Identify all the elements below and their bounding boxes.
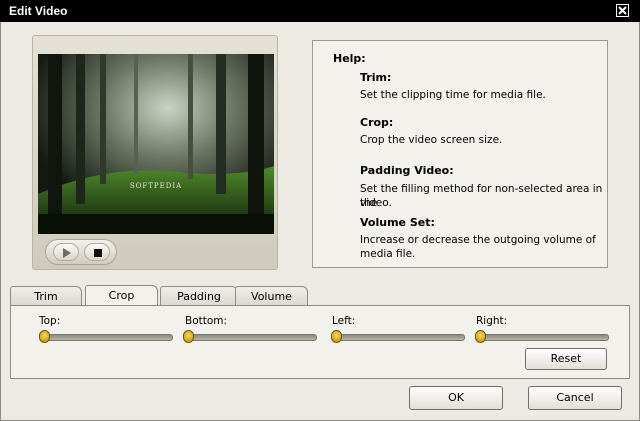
left-slider-track[interactable] [331,334,465,341]
video-preview-panel: SOFTPEDIA [32,35,278,270]
right-slider-track[interactable] [475,334,609,341]
help-heading: Help: [333,52,366,65]
reset-button[interactable]: Reset [525,348,607,370]
help-padding-text-1: Set the filling method for non-selected … [360,183,603,209]
help-volume-text-2: media file. [360,248,416,260]
help-panel: Help: Trim: Set the clipping time for me… [312,40,608,268]
left-slider-label: Left: [332,315,356,327]
forest-video-image [38,54,274,234]
tab-volume[interactable]: Volume [235,286,308,305]
left-slider-thumb[interactable] [331,330,342,343]
right-slider-label: Right: [476,315,508,327]
right-slider-thumb[interactable] [475,330,486,343]
help-trim-title: Trim: [360,71,392,84]
window-title: Edit Video [9,4,68,18]
tab-bar: Trim Crop Padding Volume [10,285,630,306]
help-padding-title: Padding Video: [360,164,454,177]
bottom-slider-label: Bottom: [185,315,228,327]
tab-trim[interactable]: Trim [10,286,82,305]
play-icon [63,248,71,258]
top-slider-label: Top: [39,315,61,327]
close-icon [618,6,627,15]
bottom-slider-thumb[interactable] [183,330,194,343]
crop-panel: Top: Bottom: Left: Right: Reset [10,305,630,379]
tab-crop[interactable]: Crop [85,285,158,306]
help-crop-text: Crop the video screen size. [360,134,503,146]
help-crop-title: Crop: [360,116,394,129]
help-padding-text-2: video. [360,197,392,209]
close-button[interactable] [616,4,629,17]
top-slider-track[interactable] [39,334,173,341]
top-slider-thumb[interactable] [39,330,50,343]
title-bar: Edit Video [0,0,640,22]
stop-icon [94,249,102,257]
playback-controls [45,239,117,265]
play-button[interactable] [53,243,79,261]
bottom-slider-track[interactable] [183,334,317,341]
stop-button[interactable] [84,243,110,261]
cancel-button[interactable]: Cancel [528,386,622,410]
ok-button[interactable]: OK [409,386,503,410]
tab-padding[interactable]: Padding [160,286,238,305]
watermark-text: SOFTPEDIA [129,182,183,190]
help-trim-text: Set the clipping time for media file. [360,89,546,101]
video-frame: SOFTPEDIA [38,54,274,234]
help-volume-text-1: Increase or decrease the outgoing volume… [360,234,596,246]
help-volume-title: Volume Set: [360,216,435,229]
